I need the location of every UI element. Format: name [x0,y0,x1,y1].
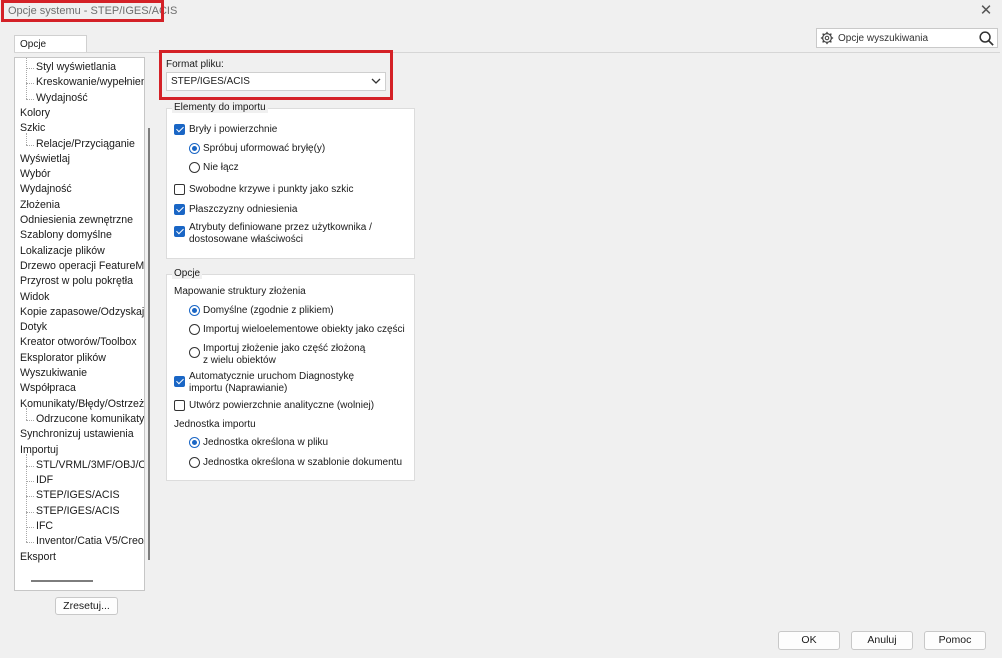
tree-item[interactable]: IFC [36,520,53,533]
elements-group-title: Elementy do importu [172,102,268,113]
assembly-label-line2: z wielu obiektów [203,355,276,366]
auto-diagnostics-checkbox[interactable] [174,376,185,387]
analytic-surfaces-label: Utwórz powierzchnie analityczne (wolniej… [189,400,375,411]
tree-item[interactable]: Kreator otworów/Toolbox [20,336,137,349]
unit-file-label: Jednostka określona w pliku [203,437,329,448]
tree-item[interactable]: Wyświetlaj [20,153,70,166]
solids-checkbox[interactable] [174,124,185,135]
try-solid-label: Spróbuj uformować bryłę(y) [203,143,326,154]
tree-branch-line [26,465,34,467]
tree-item[interactable]: Inventor/Catia V5/Creo/ [36,535,144,548]
tree-branch-line [26,83,34,85]
tree-item[interactable]: Wybór [20,168,51,181]
tree-branch-line [26,98,34,100]
tree-branch-line [26,542,34,544]
ref-planes-checkbox[interactable] [174,204,185,215]
cancel-button-label: Anuluj [867,634,897,646]
tree-item[interactable]: Eksport [20,551,56,564]
reset-button-label: Zresetuj... [63,600,110,612]
tree-item[interactable]: Lokalizacje plików [20,245,105,258]
attributes-label-line2: dostosowane właściwości [189,234,303,245]
tree-item[interactable]: IDF [36,474,53,487]
tree-item[interactable]: Widok [20,291,49,304]
assembly-label-line1: Importuj złożenie jako część złożoną [203,343,366,354]
unit-label: Jednostka importu [174,419,256,430]
free-curves-label: Swobodne krzywe i punkty jako szkic [189,184,354,195]
tree-item[interactable]: Kopie zapasowe/Odzyskaj [20,306,144,319]
tree-horizontal-scrollbar[interactable] [31,580,93,582]
tree-branch-line [26,481,34,483]
tab-system-options[interactable]: Opcje systemu [14,35,87,67]
tree-item[interactable]: Przyrost w polu pokrętła [20,275,133,288]
help-button[interactable]: Pomoc [924,631,986,650]
tree-item[interactable]: Dotyk [20,321,47,334]
tree-branch-line [26,144,34,146]
tree-item[interactable]: Wydajność [20,183,72,196]
multibody-radio[interactable] [189,324,200,335]
mapping-label: Mapowanie struktury złożenia [174,286,306,297]
reset-button[interactable]: Zresetuj... [55,597,118,615]
gear-icon [820,31,834,45]
tree-item[interactable]: Szkic [20,122,45,135]
close-icon[interactable]: ✕ [978,3,994,19]
options-tree[interactable]: Styl wyświetlania Kreskowanie/wypełnien Wy… [14,57,145,591]
tree-branch-line [26,527,34,528]
tree-item[interactable]: Kolory [20,107,50,120]
tree-item[interactable]: Wydajność [36,92,88,105]
auto-diagnostics-label-line2: importu (Naprawianie) [189,383,288,394]
tree-item[interactable]: Drzewo operacji FeatureMa [20,260,144,273]
tree-item[interactable]: STL/VRML/3MF/OBJ/OF [36,459,144,472]
attributes-label-line1: Atrybuty definiowane przez użytkownika / [189,222,372,233]
help-button-label: Pomoc [938,634,972,646]
analytic-surfaces-checkbox[interactable] [174,400,185,411]
tree-item[interactable]: STEP/IGES/ACIS [36,489,120,502]
ok-button[interactable]: OK [778,631,840,650]
tree-item[interactable]: Szablony domyślne [20,229,112,242]
tree-guide-line [26,453,27,543]
tree-item[interactable]: Wyszukiwanie [20,367,87,380]
magnifier-icon[interactable] [978,30,995,47]
tree-item[interactable]: Złożenia [20,199,60,212]
tree-item[interactable]: Odrzucone komunikaty [36,413,144,426]
solids-label: Bryły i powierzchnie [189,124,278,135]
tree-item[interactable]: Kreskowanie/wypełnien [36,76,144,89]
ref-planes-label: Płaszczyzny odniesienia [189,204,298,215]
options-group-title: Opcje [172,268,203,279]
free-curves-checkbox[interactable] [174,184,185,195]
tree-branch-line [26,496,34,498]
search-placeholder: Opcje wyszukiwania [838,33,929,44]
title-highlight-box [1,0,164,22]
tree-item[interactable]: Współpraca [20,382,76,395]
no-join-radio[interactable] [189,162,200,173]
cancel-button[interactable]: Anuluj [851,631,913,650]
unit-template-label: Jednostka określona w szablonie dokument… [203,457,403,468]
tree-branch-line [26,511,34,513]
unit-file-radio[interactable] [189,437,200,448]
multibody-label: Importuj wieloelementowe obiekty jako cz… [203,324,405,335]
search-input[interactable]: Opcje wyszukiwania [816,28,998,48]
tree-branch-line [26,419,34,421]
tree-branch-line [26,68,34,69]
unit-template-radio[interactable] [189,457,200,468]
tree-item[interactable]: Relacje/Przyciąganie [36,138,135,151]
tree-vertical-scrollbar[interactable] [148,128,150,560]
try-solid-radio[interactable] [189,143,200,154]
tree-item[interactable]: Komunikaty/Błędy/Ostrzeże [20,398,144,411]
title-bar: Opcje systemu - STEP/IGES/ACIS ✕ [0,0,1002,24]
auto-diagnostics-label-line1: Automatycznie uruchom Diagnostykę [189,371,355,382]
no-join-label: Nie łącz [203,162,239,173]
default-mapping-label: Domyślne (zgodnie z plikiem) [203,305,334,316]
default-mapping-radio[interactable] [189,305,200,316]
tree-item[interactable]: Eksplorator plików [20,352,106,365]
tree-item[interactable]: STEP/IGES/ACIS [36,505,120,518]
format-highlight-box [159,50,393,100]
ok-button-label: OK [801,634,817,646]
tree-item[interactable]: Odniesienia zewnętrzne [20,214,133,227]
attributes-checkbox[interactable] [174,226,185,237]
tree-guide-line [26,58,27,99]
tree-item[interactable]: Importuj [20,444,58,457]
tree-item[interactable]: Synchronizuj ustawienia [20,428,134,441]
tree-item[interactable]: Styl wyświetlania [36,61,116,74]
assembly-radio[interactable] [189,347,200,358]
